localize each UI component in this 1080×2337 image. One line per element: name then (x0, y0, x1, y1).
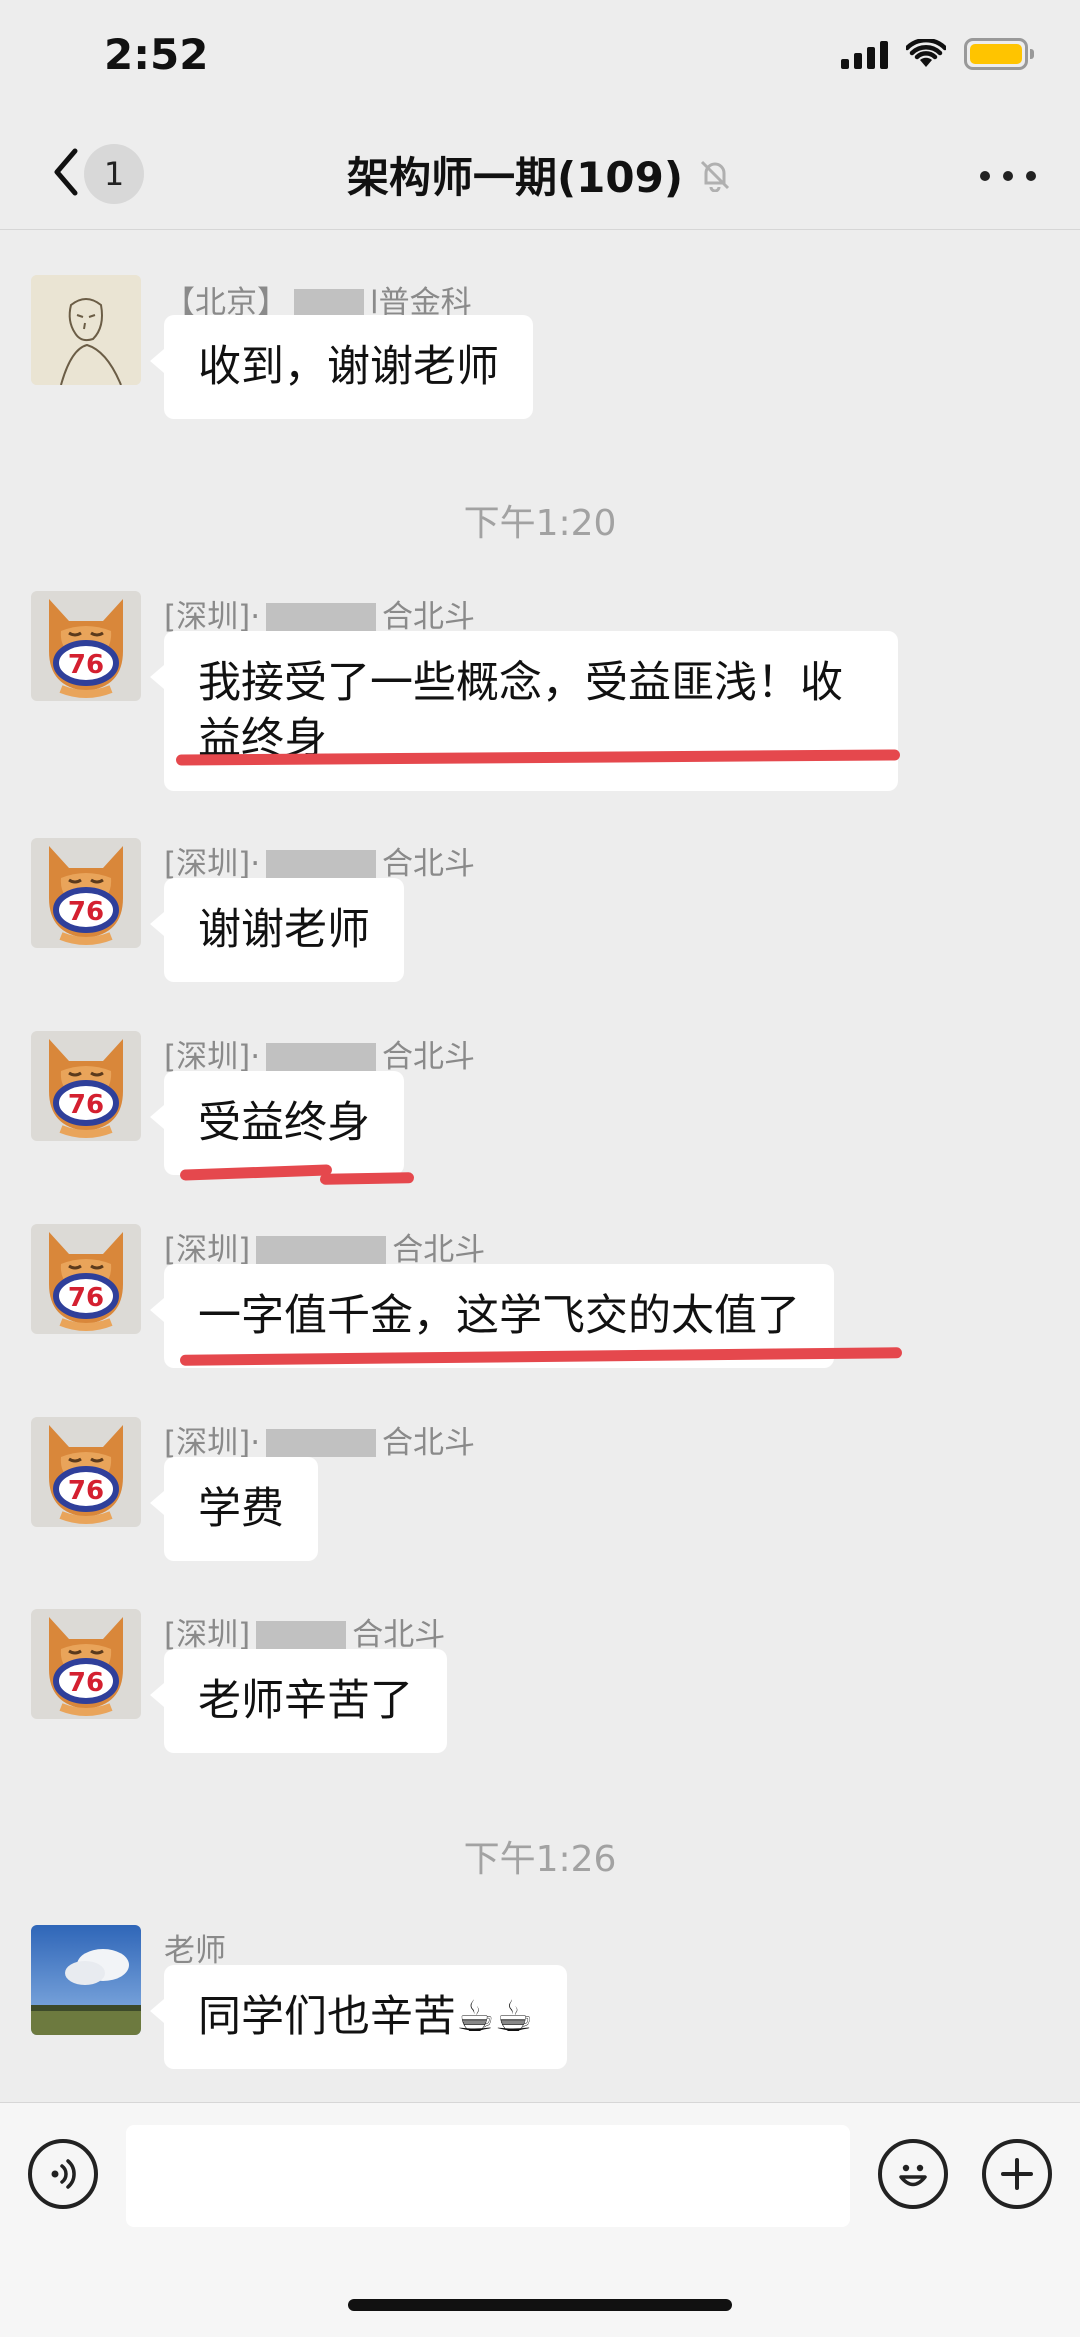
sender-name: [深圳]· 合北斗 (164, 1039, 476, 1075)
sender-name: [深圳]· 合北斗 (164, 599, 476, 635)
sender-name: [深圳]· 合北斗 (164, 846, 476, 882)
svg-text:76: 76 (68, 897, 104, 927)
chat-message-list[interactable]: 【北京】 l普金科 收到，谢谢老师 下午1:20 76 [深圳]· 合北斗 我接受了… (0, 231, 1080, 2101)
fox-76-avatar[interactable]: 76 (31, 1417, 141, 1527)
sender-name: [深圳]· 合北斗 (164, 1425, 476, 1461)
emoji-smile-icon (899, 2164, 927, 2187)
svg-text:76: 76 (68, 1283, 104, 1313)
svg-text:76: 76 (68, 1090, 104, 1120)
voice-input-button[interactable] (28, 2139, 98, 2209)
fox-76-avatar[interactable]: 76 (31, 1224, 141, 1334)
cellular-signal-icon (841, 39, 888, 69)
fox-76-avatar[interactable]: 76 (31, 1031, 141, 1141)
more-dots-icon (980, 171, 990, 181)
wifi-icon (906, 39, 946, 67)
message-bubble[interactable]: 受益终身 (150, 1071, 404, 1175)
message-bubble[interactable]: 老师辛苦了 (150, 1649, 447, 1753)
sky-landscape-avatar[interactable] (31, 1925, 141, 2035)
message-bubble[interactable]: 学费 (150, 1457, 318, 1561)
message-input[interactable] (126, 2125, 850, 2227)
svg-text:76: 76 (68, 1476, 104, 1506)
time-separator: 下午1:26 (463, 1839, 617, 1880)
svg-text:76: 76 (68, 1668, 104, 1698)
fox-76-avatar[interactable]: 76 (31, 838, 141, 948)
fox-76-avatar[interactable]: 76 (31, 1609, 141, 1719)
status-icons (841, 38, 1034, 70)
message-bubble[interactable]: 我接受了一些概念，受益匪浅！收益终身 (150, 631, 898, 791)
nav-bar: 1 架构师一期(109) (0, 120, 1080, 230)
highlight-underline (319, 1172, 415, 1185)
fox-76-avatar[interactable]: 76 (31, 591, 141, 701)
svg-text:76: 76 (68, 650, 104, 680)
status-bar: 2:52 (0, 0, 1080, 120)
message-bubble[interactable]: 同学们也辛苦☕☕ (149, 1965, 568, 2069)
time-separator: 下午1:20 (463, 503, 617, 544)
emoji-button[interactable] (878, 2139, 948, 2209)
status-time: 2:52 (104, 30, 209, 79)
sender-name: [深圳] 合北斗 (164, 1617, 446, 1653)
message-bubble[interactable]: 收到，谢谢老师 (150, 315, 533, 419)
chat-title: 架构师一期(109) (346, 153, 684, 202)
bell-off-icon (697, 157, 733, 193)
voice-input-icon (51, 2159, 76, 2189)
battery-level (970, 44, 1022, 64)
nav-title-wrap: 架构师一期(109) (0, 144, 1080, 205)
battery-icon (964, 38, 1034, 70)
more-actions-button[interactable] (982, 2139, 1052, 2209)
sketch-portrait-avatar[interactable] (31, 275, 141, 385)
message-bubble[interactable]: 谢谢老师 (150, 878, 404, 982)
plus-circle-icon (1001, 2158, 1033, 2190)
sender-name: 老师 (164, 1933, 226, 1969)
sender-name: [深圳] 合北斗 (164, 1232, 486, 1268)
more-button[interactable] (980, 156, 1036, 196)
home-indicator[interactable] (348, 2299, 732, 2311)
